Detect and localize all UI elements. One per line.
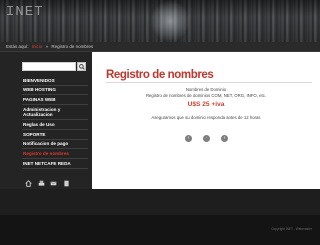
breadcrumb-prefix: Estás aquí: [6,44,29,49]
breadcrumb-separator: » [45,44,49,49]
email-icon[interactable] [50,174,57,186]
utility-icons [25,174,75,187]
next-page-button[interactable]: › [221,135,228,142]
site-logo[interactable]: INET [6,4,44,20]
main-content: Registro de nombres Nombres de Dominio R… [92,52,320,189]
price-label: U$S 25 +iva [187,101,225,108]
print-icon[interactable] [38,174,45,186]
breadcrumb-home-link[interactable]: Inicio [32,44,43,49]
home-icon[interactable] [25,174,32,187]
sitemap-icon[interactable] [63,174,70,187]
pagination: ‹ · › [185,135,229,143]
prev-page-button[interactable]: ‹ [185,135,192,142]
breadcrumb: Estás aquí: Inicio » Registro de nombres [0,42,320,52]
title-divider [106,82,312,83]
footer: Copyright INET - Webmaster [0,215,320,245]
page-title: Registro de nombres [106,69,214,81]
pause-button[interactable]: · [203,135,210,142]
bottom-band [0,189,320,215]
footer-credit: Copyright INET - Webmaster [271,227,312,231]
breadcrumb-current: Registro de nombres [51,44,94,49]
sidebar-item-reglas-de-uso[interactable]: Reglas de Uso [22,120,88,130]
search-button[interactable] [77,62,86,71]
sidebar-item-web-hosting[interactable]: WEB HOSTING [22,86,88,96]
sidebar-item-notificacion-de-pago[interactable]: Notificacion de pago [22,140,88,150]
header-glow [150,0,190,42]
content-note: Aseguramos que su dominio responda antes… [151,115,261,120]
sidebar-item-paginas-web[interactable]: PAGINAS WEB [22,95,88,106]
sidebar-item-administracion[interactable]: Administracion y Actualizacion [22,105,88,121]
search-input[interactable] [22,62,76,71]
sidebar-nav: BIENVENIDOS WEB HOSTING PAGINAS WEB Admi… [22,76,88,169]
sidebar-item-bienvenidos[interactable]: BIENVENIDOS [22,76,88,86]
search-icon [79,64,85,70]
sidebar-item-soporte[interactable]: SOPORTE [22,130,88,140]
header-banner: INET [0,0,320,42]
sidebar-item-inet-netcafe[interactable]: INET NETCAFE REDA [22,159,88,169]
sidebar-item-registro-de-nombres[interactable]: Registro de nombres [22,149,88,159]
content-heading: Nombres de Dominio [185,87,227,92]
content-description: Registro de nombres de dominios COM, NET… [145,93,267,98]
